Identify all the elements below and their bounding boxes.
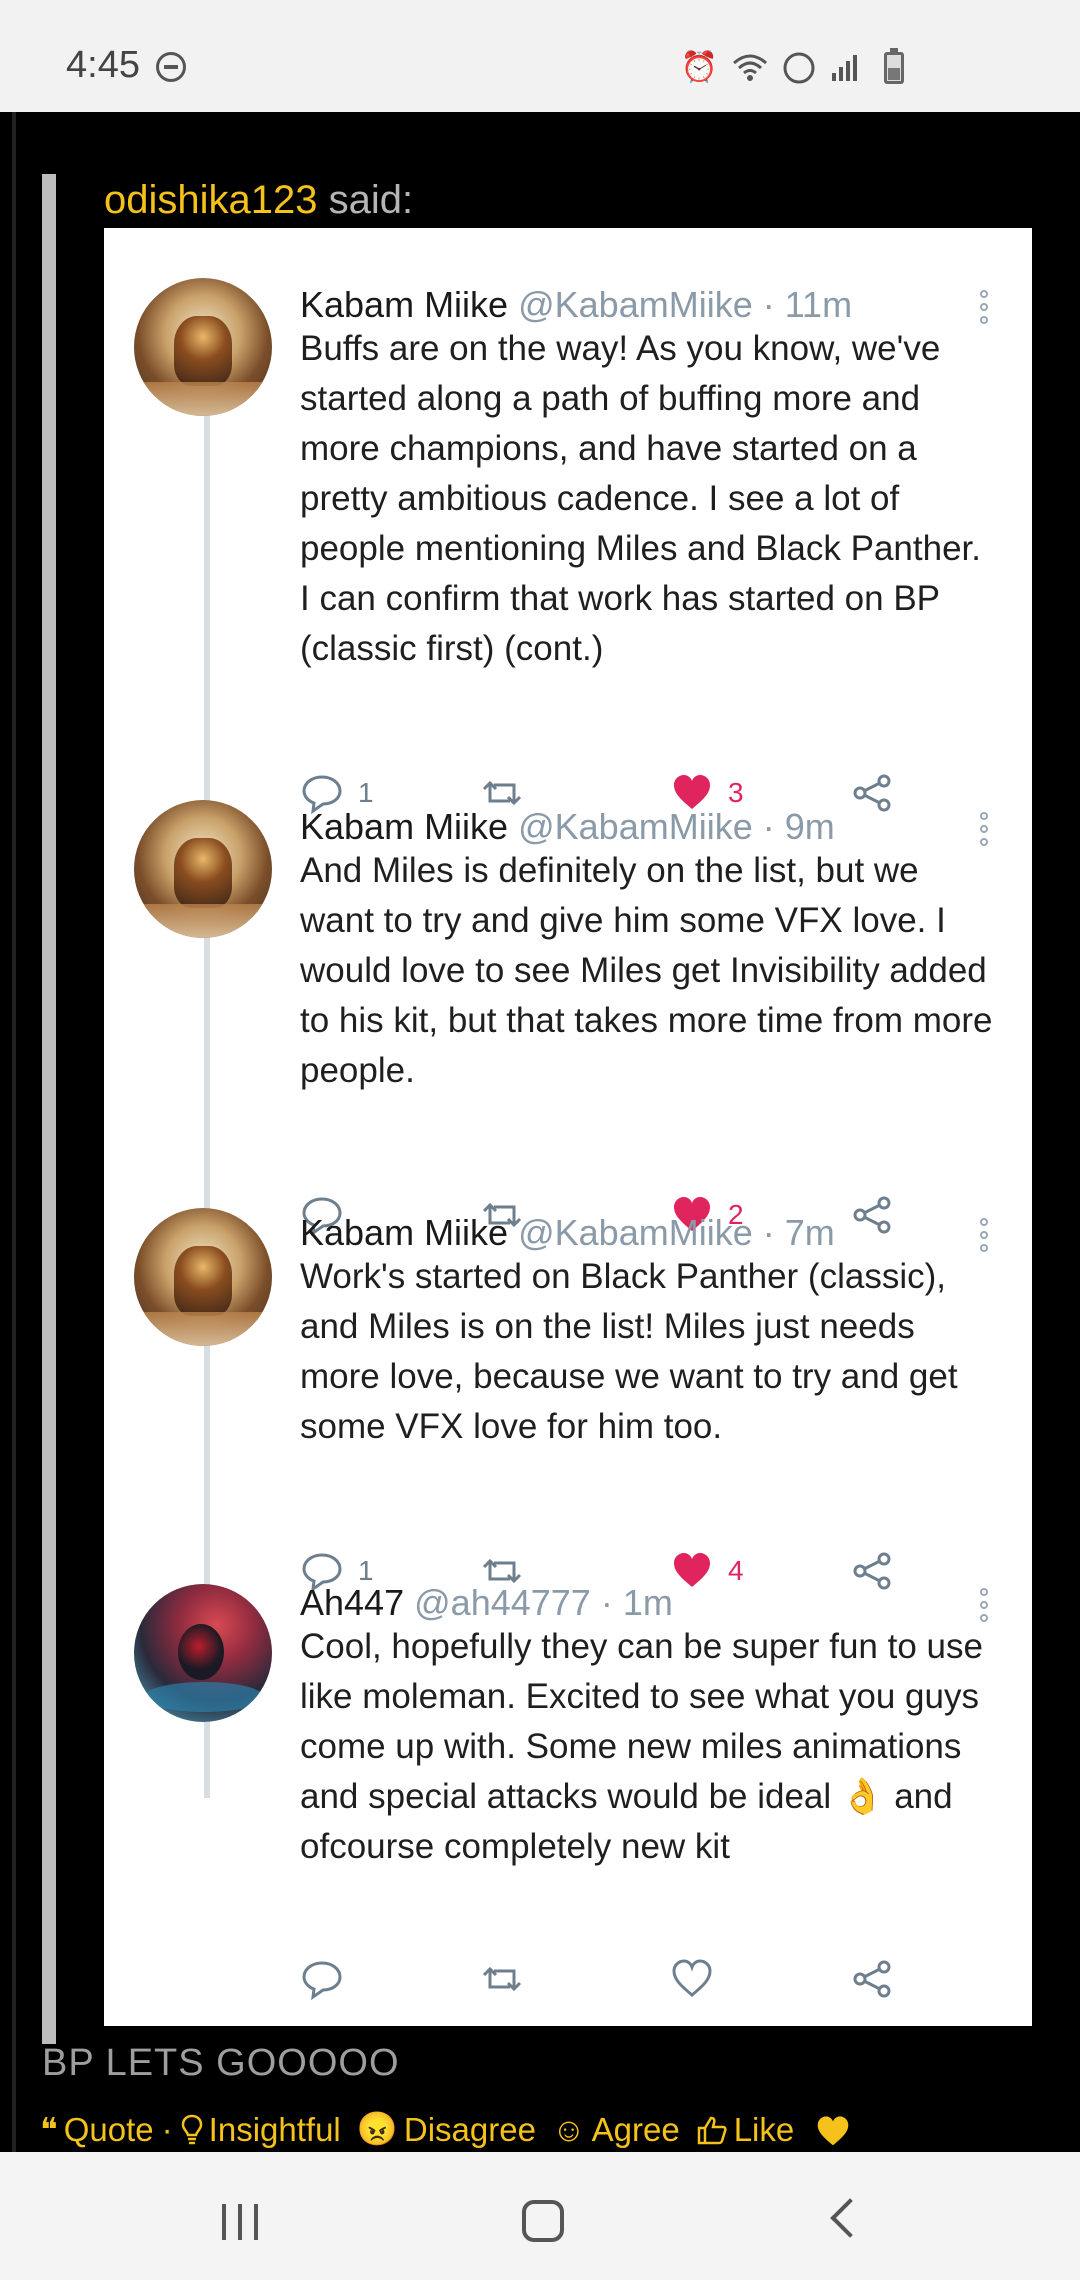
retweet-button[interactable] <box>480 1954 524 2004</box>
like-label: Like <box>733 2110 795 2148</box>
page-edge <box>12 112 16 2152</box>
insightful-label: Insightful <box>208 2110 341 2148</box>
avatar[interactable] <box>134 1584 272 1722</box>
quote-button[interactable]: ❝ Quote <box>40 2110 154 2149</box>
like-button[interactable]: 4 <box>670 1546 744 1596</box>
battery-icon <box>884 48 904 84</box>
author-name[interactable]: Kabam Miike <box>300 284 508 325</box>
share-icon <box>853 1552 891 1590</box>
status-bar: 4:45 ⏰ <box>0 0 1080 112</box>
system-nav-bar <box>0 2152 1080 2280</box>
tweet-text: Cool, hopefully they can be super fun to… <box>300 1627 983 1866</box>
avatar[interactable] <box>134 1208 272 1346</box>
forum-post: odishika123 said: Kabam Miike @KabamMiik… <box>0 112 1080 2152</box>
share-icon <box>853 774 891 812</box>
tweet-meta: Kabam Miike @KabamMiike · 7m <box>300 1212 835 1254</box>
reply-count: 1 <box>358 777 374 808</box>
tweet-meta: Kabam Miike @KabamMiike · 9m <box>300 806 835 848</box>
more-options-icon[interactable] <box>980 290 988 326</box>
tweet-text: And Miles is definitely on the list, but… <box>300 851 993 1090</box>
quote-icon: ❝ <box>40 2111 58 2148</box>
love-reaction-button[interactable] <box>814 2113 852 2147</box>
reply-button[interactable] <box>300 1954 358 2004</box>
like-button[interactable] <box>670 1954 728 2004</box>
tweet-meta: Ah447 @ah44777 · 1m <box>300 1582 673 1624</box>
author-handle[interactable]: @ah44777 <box>414 1582 591 1623</box>
thumbs-up-icon <box>697 2116 727 2144</box>
alarm-icon: ⏰ <box>680 51 718 84</box>
author-handle[interactable]: @KabamMiike <box>518 284 753 325</box>
signal-icon <box>832 55 857 81</box>
tweet-text: Work's started on Black Panther (classic… <box>300 1257 958 1446</box>
retweet-icon <box>482 1966 522 1992</box>
quote-header: odishika123 said: <box>104 178 413 223</box>
tweet-actions <box>300 1954 1000 2004</box>
heart-outline-icon <box>672 1959 712 1997</box>
avatar[interactable] <box>134 800 272 938</box>
tweet-meta: Kabam Miike @KabamMiike · 11m <box>300 284 852 326</box>
author-name[interactable]: Kabam Miike <box>300 1212 508 1253</box>
like-reaction-button[interactable]: Like <box>696 2110 795 2149</box>
author-name[interactable]: Kabam Miike <box>300 806 508 847</box>
insightful-button[interactable]: Insightful <box>181 2111 341 2149</box>
quote-said-label: said: <box>317 178 414 222</box>
status-icons: ⏰ <box>681 48 860 88</box>
heart-filled-icon <box>674 1553 710 1587</box>
embedded-tweet-thread[interactable]: Kabam Miike @KabamMiike · 11m Buffs are … <box>104 228 1032 2026</box>
tweet-text: Buffs are on the way! As you know, we've… <box>300 329 981 668</box>
recent-apps-icon[interactable] <box>222 2204 262 2240</box>
quote-label: Quote <box>63 2110 154 2148</box>
agree-button[interactable]: ☺ Agree <box>552 2111 680 2149</box>
back-icon[interactable] <box>830 2198 870 2238</box>
smile-face-icon: ☺ <box>551 2110 586 2148</box>
more-options-icon[interactable] <box>980 812 988 848</box>
like-count: 4 <box>728 1555 744 1586</box>
status-time: 4:45 <box>66 44 140 86</box>
agree-label: Agree <box>591 2110 680 2148</box>
disagree-button[interactable]: 😠 Disagree <box>357 2110 536 2149</box>
tweet-time: · 7m <box>752 1212 835 1253</box>
volte-icon <box>783 52 815 84</box>
thread-connector <box>204 358 210 1798</box>
author-handle[interactable]: @KabamMiike <box>518 1212 753 1253</box>
tweet-time: · 1m <box>590 1582 673 1623</box>
reply-icon <box>302 1961 342 2001</box>
reaction-bar: ❝ Quote · Insightful 😠 Disagree ☺ Agree … <box>40 2110 852 2149</box>
wifi-icon <box>733 54 767 81</box>
more-options-icon[interactable] <box>980 1588 988 1624</box>
angry-face-icon: 😠 <box>356 2110 398 2147</box>
quote-author-link[interactable]: odishika123 <box>104 178 318 222</box>
separator: · <box>161 2110 173 2148</box>
author-name[interactable]: Ah447 <box>300 1582 404 1623</box>
share-icon <box>853 1196 891 1234</box>
heart-icon <box>817 2115 849 2145</box>
more-options-icon[interactable] <box>980 1218 988 1254</box>
lightbulb-icon <box>181 2114 202 2144</box>
home-icon[interactable] <box>522 2200 564 2242</box>
tweet-time: · 9m <box>752 806 835 847</box>
like-count: 3 <box>728 777 744 808</box>
avatar[interactable] <box>134 278 272 416</box>
disagree-label: Disagree <box>403 2110 536 2148</box>
share-button[interactable] <box>850 1190 894 1240</box>
share-button[interactable] <box>850 1546 894 1596</box>
share-button[interactable] <box>850 1954 894 2004</box>
post-body: BP LETS GOOOOO <box>42 2042 400 2084</box>
share-button[interactable] <box>850 768 894 818</box>
author-handle[interactable]: @KabamMiike <box>518 806 753 847</box>
dnd-icon <box>156 52 186 82</box>
tweet-time: · 11m <box>752 284 853 325</box>
quote-bar <box>42 174 56 2044</box>
share-icon <box>853 1960 891 1998</box>
